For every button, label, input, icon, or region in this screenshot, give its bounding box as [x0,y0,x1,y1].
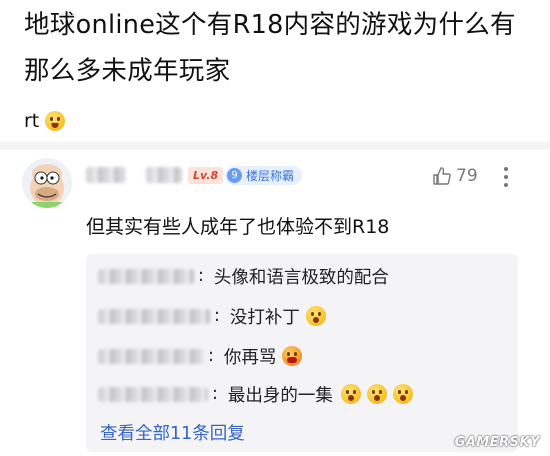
thumbs-up-icon [433,167,451,185]
reply-item[interactable]: : 最出身的一集 [98,380,413,408]
comment-text: 但其实有些人成年了也体验不到R18 [86,216,390,238]
reply-text: 没打补丁 [229,307,300,328]
view-all-replies-link[interactable]: 查看全部11条回复 [100,420,245,445]
blushing-face-emoji-icon [45,111,66,131]
angry-face-emoji-icon [282,346,303,366]
reply-item[interactable]: : 没打补丁 [98,302,326,330]
watermark: GAMERSKY [454,435,540,450]
cartoon-man-avatar-icon [30,164,64,208]
shocked-face-emoji-icon [305,306,326,326]
reply-text: 你再骂 [223,347,277,368]
level-badge: Lv.8 [188,167,224,184]
reply-username-blurred [98,348,204,364]
shocked-face-emoji-icon [340,384,361,404]
post-title: 地球online这个有R18内容的游戏为什么有那么多未成年玩家 [24,10,516,86]
like-count: 79 [456,166,478,186]
username-blurred[interactable] [86,167,126,183]
reply-username-blurred [98,308,210,324]
replies-panel: : 头像和语言极致的配合 : 没打补丁 : 你再骂 : 最出身的一集 查看全部1… [86,254,518,452]
reply-username-blurred [98,386,208,402]
username-blurred-part [146,167,182,183]
more-options-icon[interactable] [498,162,514,192]
shocked-face-emoji-icon [366,384,387,404]
post-body: rt [24,108,66,134]
reply-username-blurred [98,268,194,284]
post-body-text: rt [24,110,40,132]
reply-item[interactable]: : 头像和语言极致的配合 [98,262,389,290]
floor-badge-label: 楼层称霸 [246,169,295,183]
like-button[interactable]: 79 [432,166,478,186]
reply-text: 最出身的一集 [227,385,333,406]
reply-text: 头像和语言极致的配合 [213,267,389,288]
section-divider [0,142,550,150]
floor-badge-number: 9 [227,168,242,183]
floor-badge: 9 楼层称霸 [225,166,303,185]
reply-item[interactable]: : 你再骂 [98,342,303,370]
shocked-face-emoji-icon [392,384,413,404]
avatar[interactable] [22,158,72,208]
